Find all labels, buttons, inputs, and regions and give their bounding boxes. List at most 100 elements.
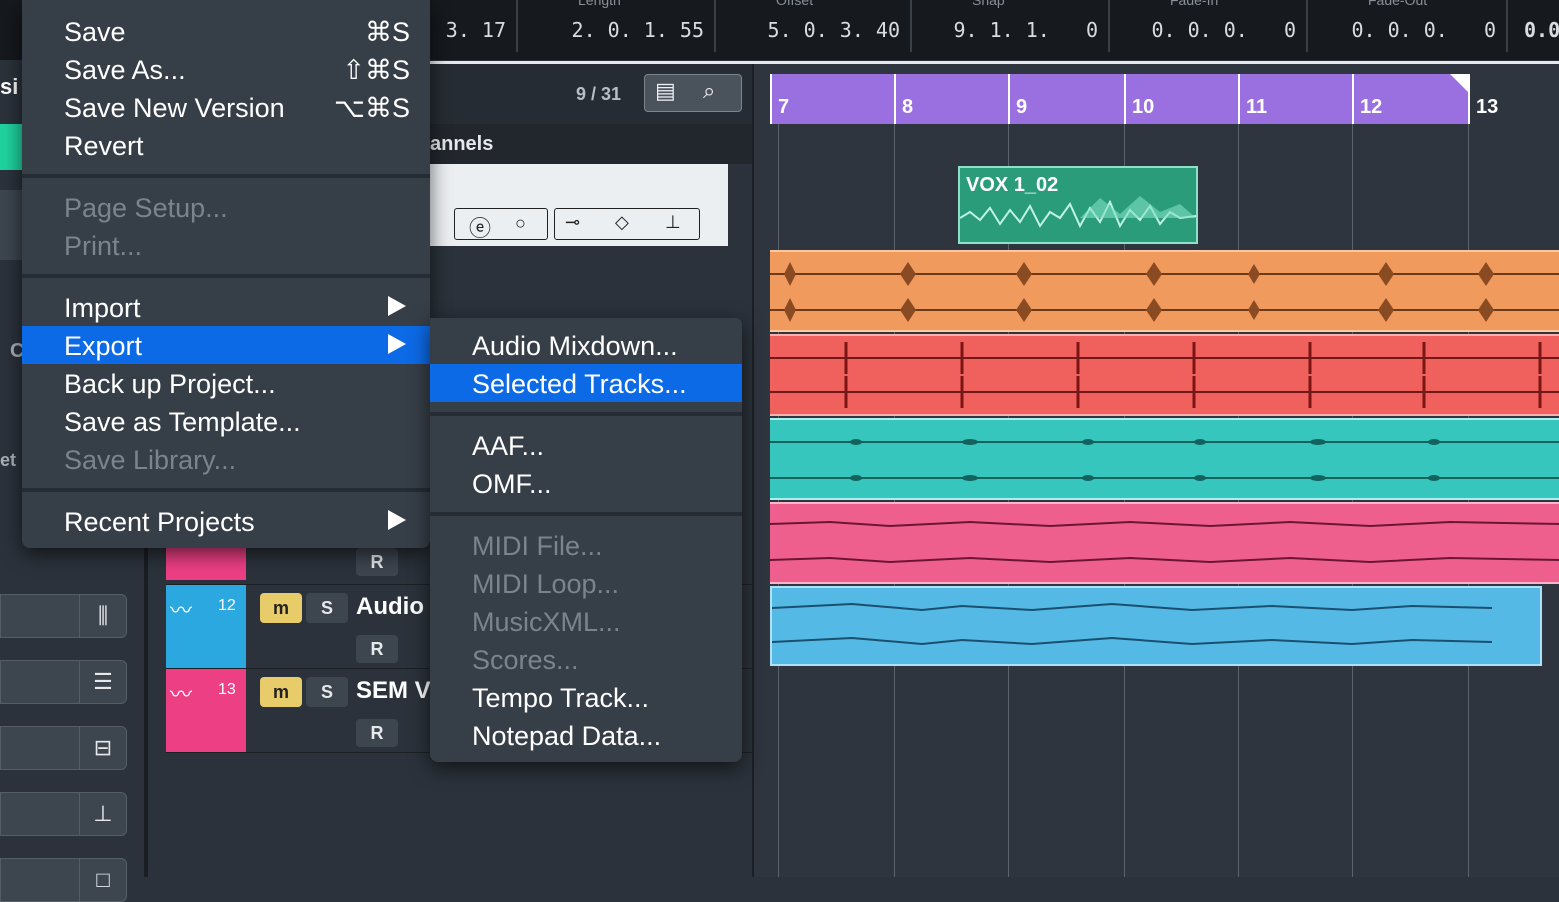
read-button[interactable]: R — [356, 719, 398, 747]
menu-item-label: MIDI File... — [472, 531, 603, 561]
info-cell-partial-end[interactable]: 0.00 — [1508, 0, 1559, 52]
automation-controls: ⊸ ◇ ⊥ — [554, 208, 700, 240]
left-button-4[interactable]: ⊥ — [0, 792, 127, 836]
track-count: 9 / 31 — [576, 84, 622, 104]
audio-event-red[interactable] — [770, 334, 1559, 416]
send-icon[interactable]: ⊥ — [665, 212, 681, 233]
left-button-3[interactable]: ⊟ — [0, 726, 127, 770]
menu-item-shortcut: ⌘S — [364, 17, 410, 47]
fader-icon: ⊟ — [79, 727, 126, 769]
search-icon[interactable]: ⌕ — [703, 78, 715, 104]
menu-item-shortcut: ⇧⌘S — [342, 55, 410, 85]
edit-controls: ⓔ ○ — [454, 208, 548, 243]
left-tab[interactable] — [0, 190, 22, 260]
submenu-arrow-icon — [388, 296, 406, 316]
solo-button[interactable]: S — [306, 593, 348, 623]
menu-item-import[interactable]: Import — [22, 288, 430, 326]
info-cell-fade-in[interactable]: Fade-In 0. 0. 0. 0 — [1110, 0, 1308, 52]
menu-item-label: Revert — [64, 131, 144, 161]
mute-button[interactable]: m — [260, 593, 302, 623]
ruler-bar: 12 — [1352, 74, 1382, 124]
menu-separator — [22, 274, 430, 278]
waveform — [770, 520, 1559, 564]
sliders-icon: ☰ — [79, 661, 126, 703]
menu-separator — [430, 412, 742, 416]
left-button-5[interactable]: □ — [0, 858, 127, 902]
submenu-item-notepad-data[interactable]: Notepad Data... — [430, 716, 742, 754]
info-cell-fade-out[interactable]: Fade-Out 0. 0. 0. 0 — [1308, 0, 1508, 52]
file-menu: Save ⌘S Save As... ⇧⌘S Save New Version … — [22, 0, 430, 548]
locator-marker[interactable] — [1450, 74, 1468, 92]
read-button[interactable]: R — [356, 635, 398, 663]
bars-icon: ⫼ — [79, 595, 126, 637]
submenu-item-tempo-track[interactable]: Tempo Track... — [430, 678, 742, 716]
menu-item-label: Back up Project... — [64, 369, 276, 399]
menu-item-label: Selected Tracks... — [472, 369, 687, 399]
menu-item-label: Page Setup... — [64, 193, 228, 223]
track-name[interactable]: SEM V — [356, 677, 431, 705]
grid-line — [1468, 124, 1469, 877]
ruler[interactable]: 7 8 9 10 11 12 13 — [770, 74, 1559, 124]
project-window: 7 8 9 10 11 12 13 VOX 1_02 — [752, 64, 1559, 877]
submenu-item-midi-loop: MIDI Loop... — [430, 564, 742, 602]
audio-event-teal[interactable] — [770, 418, 1559, 500]
waveform — [960, 196, 1196, 229]
menu-separator — [22, 488, 430, 492]
submenu-arrow-icon — [388, 334, 406, 354]
info-cell-offset[interactable]: Offset 5. 0. 3. 40 — [716, 0, 912, 52]
submenu-item-aaf[interactable]: AAF... — [430, 426, 742, 464]
info-label-snap: Snap — [972, 0, 1005, 8]
menu-item-label: Export — [64, 331, 143, 361]
ruler-bar: 10 — [1124, 74, 1154, 124]
menu-item-save-new-version[interactable]: Save New Version ⌥⌘S — [22, 88, 430, 126]
menu-item-label: Print... — [64, 231, 143, 261]
menu-item-label: Recent Projects — [64, 507, 255, 537]
audio-event-blue[interactable] — [770, 586, 1542, 666]
track-color-strip: 〰 12 — [166, 585, 246, 669]
menu-item-save-as-template[interactable]: Save as Template... — [22, 402, 430, 440]
menu-item-export[interactable]: Export — [22, 326, 430, 364]
menu-item-save[interactable]: Save ⌘S — [22, 12, 430, 50]
info-cell-length[interactable]: Length 2. 0. 1. 55 — [518, 0, 716, 52]
left-button-2[interactable]: ☰ — [0, 660, 127, 704]
menu-item-label: MIDI Loop... — [472, 569, 620, 599]
menu-item-label: Save New Version — [64, 93, 285, 123]
menu-item-save-as[interactable]: Save As... ⇧⌘S — [22, 50, 430, 88]
insert-icon[interactable]: ⊸ — [565, 212, 580, 233]
grid-line — [894, 124, 895, 877]
info-value-offset: 5. 0. 3. 40 — [767, 18, 900, 42]
track-color-strip: 〰 13 — [166, 669, 246, 753]
edit-icon[interactable]: ⓔ — [469, 211, 491, 243]
menu-item-label: Import — [64, 293, 141, 323]
grid-line — [778, 124, 779, 877]
info-cell-snap[interactable]: Snap 9. 1. 1. 0 — [912, 0, 1110, 52]
menu-item-recent-projects[interactable]: Recent Projects — [22, 502, 430, 540]
submenu-item-selected-tracks[interactable]: Selected Tracks... — [430, 364, 742, 402]
audio-event-orange[interactable] — [770, 250, 1559, 332]
track-list-tools: ▤ ⌕ — [644, 74, 742, 112]
record-icon[interactable]: ○ — [515, 213, 526, 234]
grid-line — [1238, 124, 1239, 877]
menu-item-back-up-project[interactable]: Back up Project... — [22, 364, 430, 402]
ruler-bar: 13 — [1468, 74, 1559, 124]
menu-item-page-setup: Page Setup... — [22, 188, 430, 226]
menu-item-revert[interactable]: Revert — [22, 126, 430, 164]
track-name[interactable]: Audio — [356, 593, 424, 621]
mute-button[interactable]: m — [260, 677, 302, 707]
menu-item-label: MusicXML... — [472, 607, 621, 637]
submenu-item-omf[interactable]: OMF... — [430, 464, 742, 502]
diamond-icon[interactable]: ◇ — [615, 212, 629, 233]
audio-event-vox[interactable]: VOX 1_02 — [958, 166, 1198, 244]
read-button[interactable]: R — [356, 548, 398, 576]
submenu-arrow-icon — [388, 510, 406, 530]
submenu-item-audio-mixdown[interactable]: Audio Mixdown... — [430, 326, 742, 364]
list-icon[interactable]: ▤ — [655, 78, 676, 104]
info-value-snap: 9. 1. 1. 0 — [953, 18, 1099, 42]
left-green-tab[interactable] — [0, 124, 22, 170]
left-button-1[interactable]: ⫼ — [0, 594, 127, 638]
solo-button[interactable]: S — [306, 677, 348, 707]
menu-item-print: Print... — [22, 226, 430, 264]
audio-wave-icon: 〰 — [170, 598, 193, 623]
info-label-fade-in: Fade-In — [1170, 0, 1219, 8]
audio-event-pink[interactable] — [770, 502, 1559, 584]
